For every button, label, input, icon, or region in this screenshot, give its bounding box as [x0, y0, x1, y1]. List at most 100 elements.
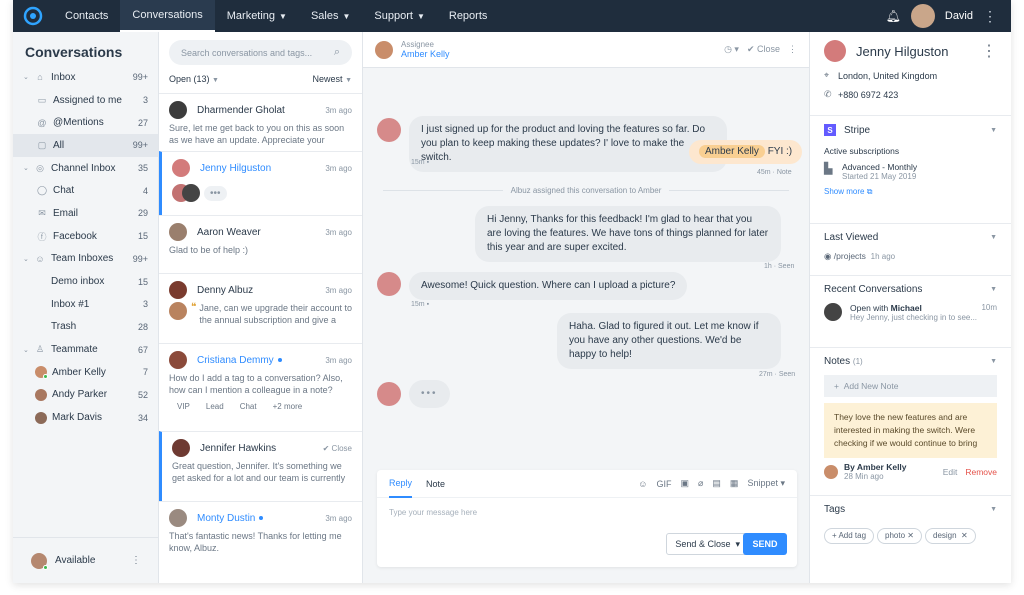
sidebar-item-inbox-1[interactable]: Inbox #1 3 — [13, 293, 158, 316]
list-item[interactable]: Cristiana Demmy 3m ago How do I add a tag… — [159, 343, 362, 431]
sort-newest[interactable]: Newest ▼ — [313, 74, 352, 84]
unread-dot — [259, 516, 264, 520]
image-icon[interactable]: ▣ — [680, 478, 689, 489]
user-avatar[interactable] — [910, 4, 935, 28]
calendar-icon[interactable]: ▦ — [730, 478, 739, 489]
list-item[interactable]: Denny Albuz 3m ago ❝ Jane, can we upgrade … — [159, 273, 362, 343]
tag-design[interactable]: design ✕ — [925, 527, 976, 544]
recent-conversation-item[interactable]: Open with Michael 10m Hey Jenny, just chec… — [824, 303, 997, 322]
nav-reports[interactable]: Reports — [437, 0, 500, 32]
emoji-icon[interactable]: ☺ — [638, 479, 647, 489]
sidebar-item-teammate[interactable]: ⌄ ♙ Teammate 67 — [13, 338, 158, 361]
tab-note[interactable]: Note — [426, 470, 445, 498]
last-viewed-path[interactable]: /projects — [834, 251, 866, 261]
contact-phone: +880 6972 423 — [838, 89, 899, 100]
folder-icon: ▢ — [37, 139, 47, 150]
send-close-button[interactable]: Send & Close ▾ — [666, 533, 749, 555]
nav-contacts[interactable]: Contacts — [53, 0, 120, 32]
list-item[interactable]: Dharmender Gholat 3m ago Sure, let me get… — [159, 93, 362, 151]
chevron-down-icon[interactable]: ⌄ — [23, 255, 33, 263]
sidebar-item-team-inboxes[interactable]: ⌄ ☺ Team Inboxes 99+ — [13, 248, 158, 271]
gif-button[interactable]: GIF — [656, 479, 671, 489]
more-icon[interactable]: ⋮ — [131, 555, 141, 566]
tag-photo[interactable]: photo ✕ — [877, 527, 922, 544]
list-item[interactable]: Jennifer Hawkins ✔ Close Great question, … — [159, 431, 362, 501]
sidebar-item-demo-inbox[interactable]: Demo inbox 15 — [13, 270, 158, 293]
more-tags[interactable]: +2 more — [273, 402, 303, 411]
sidebar-item-mentions[interactable]: @ @Mentions 27 — [13, 111, 158, 134]
list-item[interactable]: Jenny Hilguston 3m ago ••• — [159, 151, 362, 215]
stripe-title: Stripe — [844, 124, 871, 136]
nav-support[interactable]: Support ▼ — [362, 0, 436, 32]
system-message: Albuz assigned this conversation to Ambe… — [363, 186, 809, 195]
message-bubble: Hi Jenny, Thanks for this feedback! I'm … — [475, 206, 781, 262]
more-icon[interactable]: ⋮ — [788, 44, 797, 55]
tag[interactable]: VIP — [177, 402, 190, 411]
nav-sales[interactable]: Sales ▼ — [299, 0, 362, 32]
nav-marketing[interactable]: Marketing ▼ — [215, 0, 299, 32]
message-input[interactable]: Type your message here — [377, 498, 797, 527]
search-icon[interactable]: ⌕ — [334, 46, 340, 59]
quote-icon: ❝ — [191, 302, 197, 313]
avatar — [182, 184, 200, 202]
plan-name: Advanced - Monthly — [842, 162, 918, 172]
sidebar-item-trash[interactable]: Trash 28 — [13, 316, 158, 339]
sidebar-item-facebook[interactable]: ⓕ Facebook 15 — [13, 225, 158, 248]
list-item[interactable]: Monty Dustin 3m ago That's fantastic news… — [159, 501, 362, 571]
chevron-down-icon[interactable]: ⌄ — [23, 73, 33, 81]
clock-icon[interactable]: ◷ ▾ — [724, 44, 739, 55]
chevron-down-icon[interactable]: ▼ — [990, 234, 997, 241]
chevron-down-icon[interactable]: ⌄ — [23, 346, 33, 354]
message-bubble: Haha. Glad to figured it out. Let me kno… — [557, 313, 781, 369]
logo[interactable] — [13, 0, 53, 32]
close-icon: ✕ — [961, 531, 968, 540]
tab-reply[interactable]: Reply — [389, 470, 413, 498]
typing-indicator: ••• — [204, 185, 227, 201]
nav-conversations[interactable]: Conversations — [120, 0, 215, 32]
more-icon[interactable]: ⋮ — [981, 41, 997, 61]
remove-link[interactable]: Remove — [965, 467, 997, 477]
more-icon[interactable]: ⋮ — [983, 8, 997, 25]
sidebar-item-channel-inbox[interactable]: ⌄ ◎ Channel Inbox 35 — [13, 157, 158, 180]
message-preview: Great question, Jennifer. It's something… — [172, 461, 346, 483]
bell-icon[interactable]: 🔔︎ — [886, 9, 901, 23]
chevron-down-icon[interactable]: ▼ — [990, 127, 997, 134]
message-preview: How do I add a tag to a conversation? Al… — [169, 373, 343, 395]
tag[interactable]: Chat — [240, 402, 257, 411]
chevron-down-icon[interactable]: ▼ — [990, 358, 997, 365]
message-preview: Sure, let me get back to you on this as … — [169, 123, 345, 145]
status-bar[interactable]: Available ⋮ — [13, 537, 159, 583]
show-more-link[interactable]: Show more ⧉ — [824, 187, 997, 197]
chevron-down-icon[interactable]: ▼ — [990, 286, 997, 293]
avatar — [377, 382, 401, 406]
sidebar-item-chat[interactable]: ◯ Chat 4 — [13, 179, 158, 202]
message-meta: 1h · Seen — [764, 263, 795, 270]
close-button[interactable]: ✔ Close — [747, 44, 780, 55]
list-item[interactable]: Aaron Weaver 3m ago Glad to be of help :) — [159, 215, 362, 273]
chevron-down-icon[interactable]: ⌄ — [23, 164, 33, 172]
assignee-name[interactable]: Amber Kelly — [401, 49, 450, 59]
sidebar-item-amber-kelly[interactable]: Amber Kelly 7 — [13, 361, 158, 384]
sidebar-item-andy-parker[interactable]: Andy Parker 52 — [13, 384, 158, 407]
filter-open[interactable]: Open (13) ▼ — [169, 74, 219, 84]
person-icon: ♙ — [35, 344, 45, 355]
user-name[interactable]: David — [945, 10, 973, 22]
tag[interactable]: Lead — [206, 402, 224, 411]
chevron-down-icon[interactable]: ▼ — [990, 506, 997, 513]
sidebar-item-email[interactable]: ✉ Email 29 — [13, 202, 158, 225]
note-bubble: Amber Kelly FYI :) — [689, 140, 803, 164]
send-button[interactable]: SEND — [743, 533, 787, 555]
mention-tag[interactable]: Amber Kelly — [699, 145, 765, 158]
sidebar-item-inbox[interactable]: ⌄ ⌂ Inbox 99+ — [13, 66, 158, 89]
search-input[interactable]: Search conversations and tags... ⌕ — [169, 40, 352, 65]
attachment-icon[interactable]: ⌀ — [698, 478, 703, 489]
edit-link[interactable]: Edit — [943, 467, 958, 477]
sidebar-item-assigned[interactable]: ▭ Assigned to me 3 — [13, 89, 158, 112]
add-note-button[interactable]: + Add New Note — [824, 375, 997, 397]
sidebar-item-all[interactable]: ▢ All 99+ — [13, 134, 158, 157]
add-tag-button[interactable]: + Add tag — [824, 527, 875, 544]
article-icon[interactable]: ▤ — [712, 478, 721, 489]
avatar — [172, 439, 190, 457]
sidebar-item-mark-davis[interactable]: Mark Davis 34 — [13, 406, 158, 429]
snippet-dropdown[interactable]: Snippet ▾ — [747, 478, 785, 489]
